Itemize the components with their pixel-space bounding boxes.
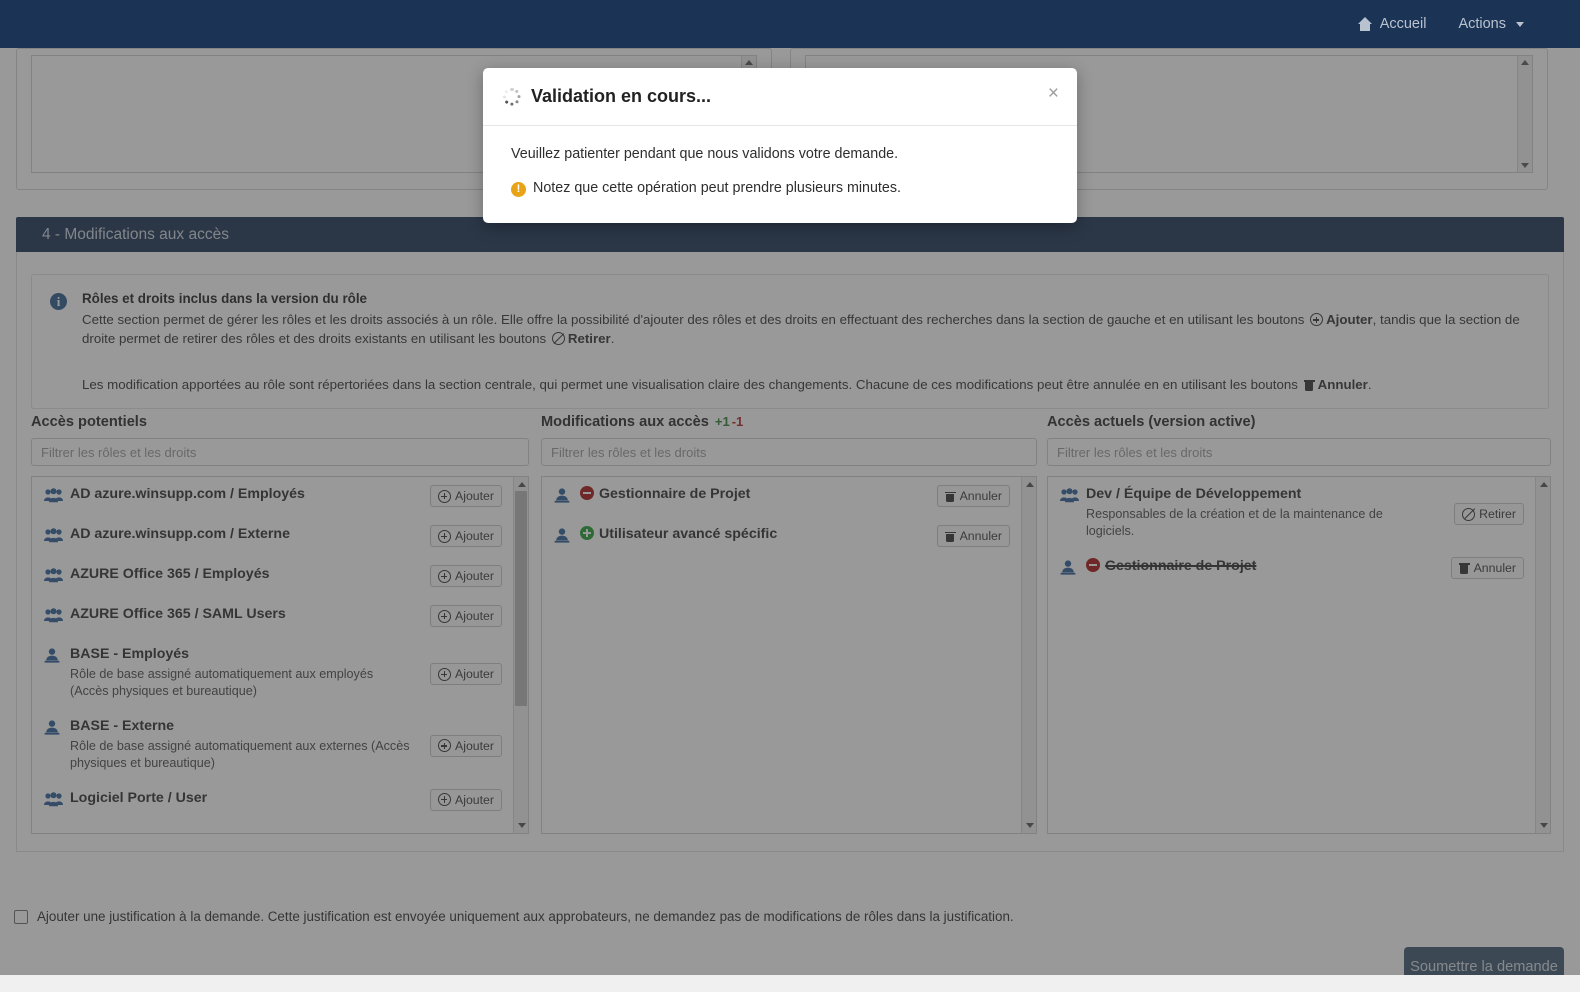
top-navbar: Accueil Actions — [0, 0, 1580, 48]
modal-warning-row: ! Notez que cette opération peut prendre… — [511, 180, 1055, 197]
modal-header: Validation en cours... × — [483, 68, 1077, 126]
modal-body: Veuillez patienter pendant que nous vali… — [483, 126, 1077, 223]
nav-item-actions[interactable]: Actions — [1442, 0, 1540, 48]
modal-warning-text: Notez que cette opération peut prendre p… — [533, 180, 901, 196]
bottom-strip — [0, 975, 1580, 992]
chevron-down-icon — [1516, 21, 1524, 27]
warning-icon: ! — [511, 182, 526, 197]
nav-accueil-label: Accueil — [1379, 16, 1427, 32]
modal-message: Veuillez patienter pendant que nous vali… — [511, 146, 899, 162]
close-icon[interactable]: × — [1048, 84, 1059, 103]
nav-actions-label: Actions — [1458, 16, 1506, 32]
page-root: 4 - Modifications aux accès i Rôles et d… — [0, 0, 1580, 992]
modal-title: Validation en cours... — [531, 86, 712, 106]
spinner-icon — [503, 87, 521, 106]
home-icon — [1357, 17, 1373, 31]
nav-item-accueil[interactable]: Accueil — [1342, 0, 1443, 48]
validation-modal: Validation en cours... × Veuillez patien… — [483, 68, 1077, 223]
